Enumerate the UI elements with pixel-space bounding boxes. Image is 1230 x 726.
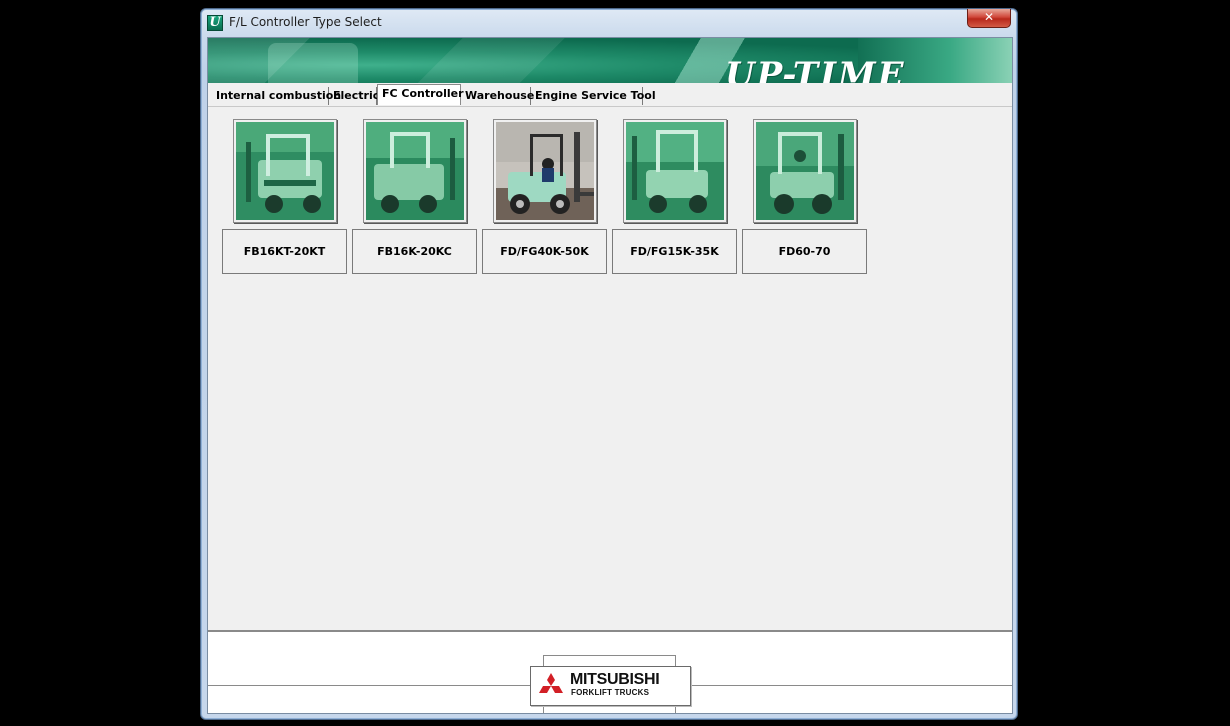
forklift-thumbnail-1[interactable] [233,119,337,223]
tab-internal-combustion[interactable]: Internal combustion [212,87,341,105]
model-button-fd-fg15k-35k[interactable]: FD/FG15K-35K [612,229,737,274]
close-button[interactable]: ✕ [967,9,1011,28]
tab-divider [208,106,1012,107]
electric-forklift-image [236,122,334,220]
brand-subtitle: FORKLIFT TRUCKS [571,688,650,697]
mitsubishi-logo: MITSUBISHI FORKLIFT TRUCKS [530,666,691,706]
app-icon: U [207,15,223,31]
forklift-thumbnail-2[interactable] [363,119,467,223]
brand-name: MITSUBISHI [570,671,660,688]
title-bar[interactable]: U F/L Controller Type Select ✕ [201,9,1017,37]
model-button-fd60-70[interactable]: FD60-70 [742,229,867,274]
forklift-thumbnail-5[interactable] [753,119,857,223]
tab-bar: Internal combustion Electric FC Controll… [212,84,1008,105]
uptime-logo: UP-TIME [725,55,906,83]
forklift-image [626,122,724,220]
footer-panel: MITSUBISHI FORKLIFT TRUCKS [208,630,1012,713]
header-banner: UP-TIME [208,38,1012,83]
tab-engine-service-tool[interactable]: Engine Service Tool [531,87,656,105]
tab-warehouse[interactable]: Warehouse [461,87,534,105]
model-button-fd-fg40k-50k[interactable]: FD/FG40K-50K [482,229,607,274]
model-button-fb16k-20kc[interactable]: FB16K-20KC [352,229,477,274]
model-button-fb16kt-20kt[interactable]: FB16KT-20KT [222,229,347,274]
tab-fc-controller[interactable]: FC Controller [377,84,464,105]
window-title: F/L Controller Type Select [229,15,382,29]
tab-electric[interactable]: Electric [329,87,379,105]
banner-forklift-graphic [268,43,358,83]
diesel-forklift-image [496,122,594,220]
large-forklift-image [756,122,854,220]
forklift-thumbnail-3[interactable] [493,119,597,223]
mitsubishi-diamonds-icon [539,673,563,693]
forklift-thumbnail-4[interactable] [623,119,727,223]
controller-type-select-window: U F/L Controller Type Select ✕ UP-TIME I… [200,8,1018,720]
client-area: UP-TIME Internal combustion Electric FC … [207,37,1013,714]
electric-forklift-image [366,122,464,220]
